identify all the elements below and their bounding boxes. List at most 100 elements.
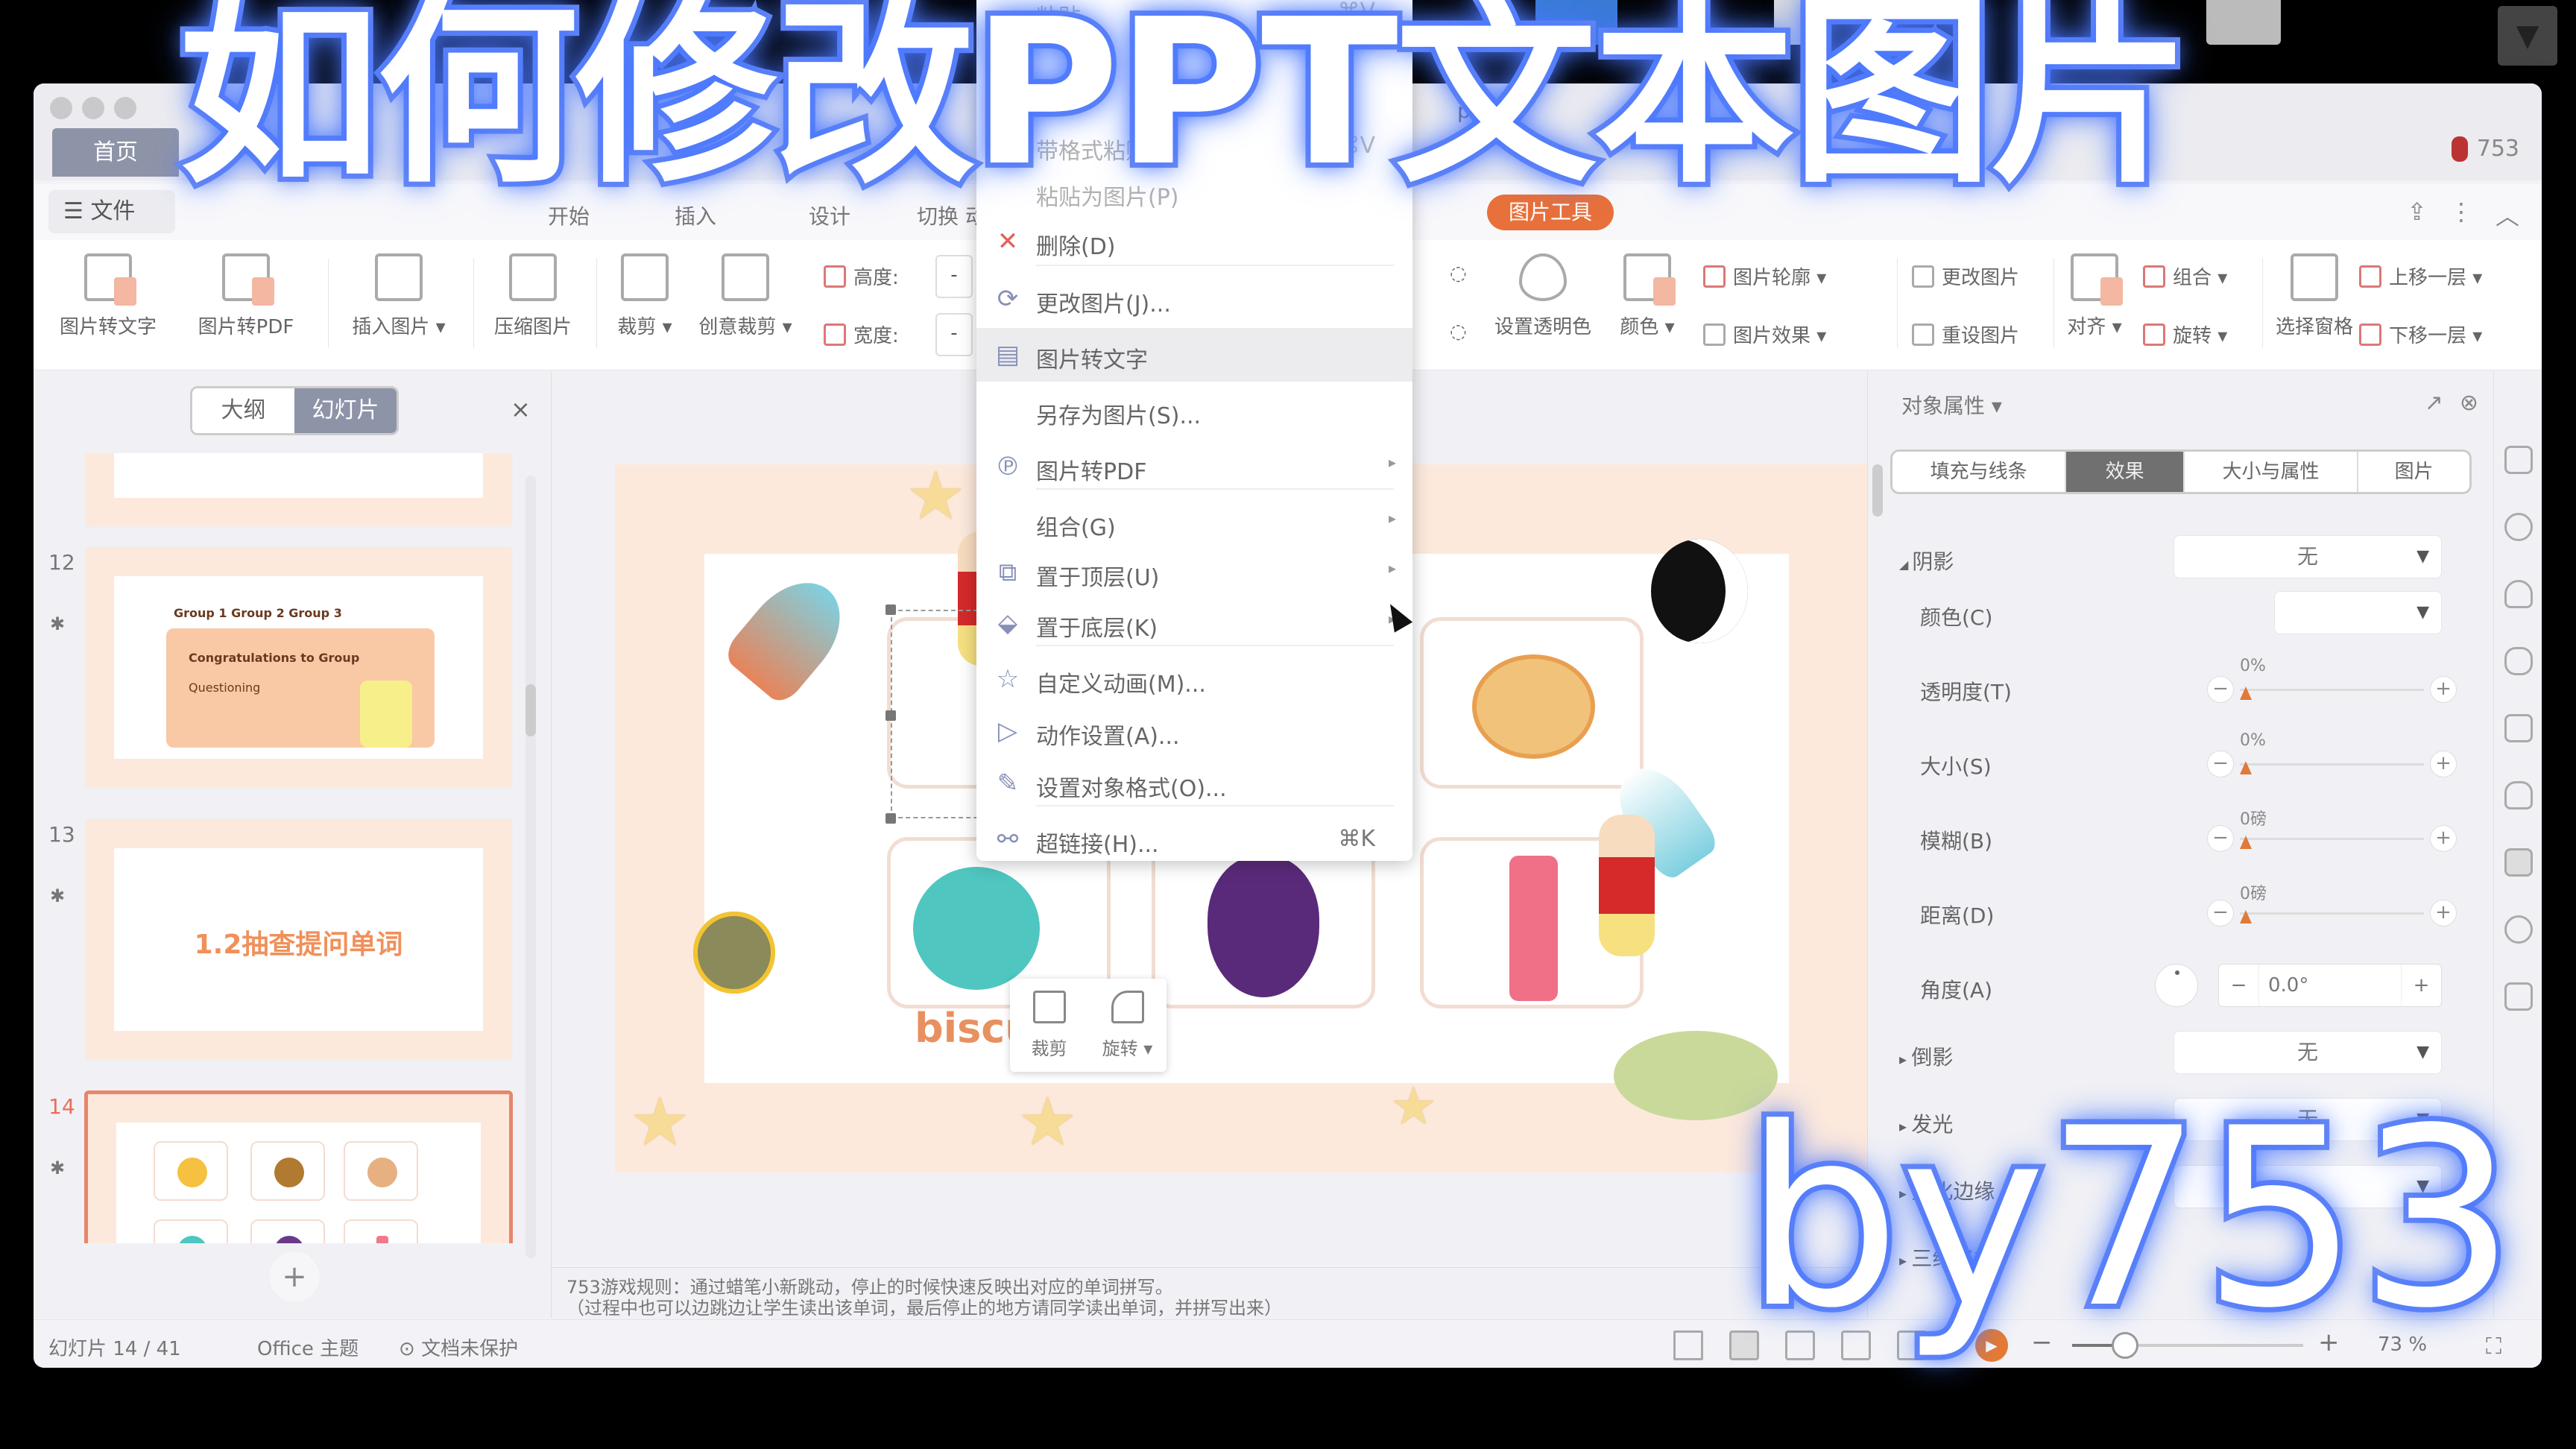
file-menu-button[interactable]: ☰ 文件 bbox=[48, 190, 175, 233]
decrease-button[interactable]: − bbox=[2207, 825, 2234, 852]
group-button[interactable]: 组合 ▾ bbox=[2143, 262, 2227, 290]
adjust-icon[interactable] bbox=[2504, 848, 2533, 877]
menu-item[interactable]: ⚯ 超链接(H)... ⌘K bbox=[976, 812, 1412, 866]
set-transparent-color-button[interactable]: 设置透明色 bbox=[1487, 253, 1599, 339]
angle-input[interactable]: 0.0° bbox=[2268, 965, 2308, 1006]
reset-size-icon[interactable]: ◌ bbox=[1450, 321, 1467, 343]
properties-scrollbar[interactable] bbox=[1872, 464, 1883, 517]
reset-picture-button[interactable]: 重设图片 bbox=[1912, 321, 2019, 348]
scrollbar-thumb[interactable] bbox=[525, 684, 536, 736]
color-button[interactable]: 颜色 ▾ bbox=[1614, 253, 1681, 339]
tab-outline[interactable]: 大纲 bbox=[192, 388, 294, 433]
menu-item[interactable]: ☆ 自定义动画(M)... bbox=[976, 652, 1412, 706]
decrease-button[interactable]: − bbox=[2207, 900, 2234, 926]
distance-slider[interactable]: −0磅 + bbox=[2207, 885, 2457, 931]
shapes-icon[interactable] bbox=[2504, 513, 2533, 541]
shadow-select[interactable]: 无 ▼ bbox=[2174, 535, 2442, 578]
add-slide-button[interactable]: + bbox=[268, 1251, 321, 1303]
image-to-text-button[interactable]: 图片转文字 bbox=[52, 253, 164, 339]
close-panel-icon[interactable]: ⊗ bbox=[2460, 390, 2478, 416]
angle-increase-button[interactable]: + bbox=[2401, 965, 2441, 1006]
align-button[interactable]: 对齐 ▾ bbox=[2061, 253, 2128, 339]
more-options-icon[interactable]: ⋮ bbox=[2449, 198, 2473, 232]
food-cell-pizza[interactable] bbox=[1420, 617, 1644, 789]
height-input[interactable]: - bbox=[935, 255, 973, 298]
resize-handle[interactable] bbox=[886, 710, 896, 721]
lock-aspect-icon[interactable]: ◌ bbox=[1450, 262, 1467, 285]
theme-name[interactable]: Office 主题 bbox=[257, 1333, 359, 1361]
increase-button[interactable]: + bbox=[2430, 825, 2457, 852]
menu-item[interactable]: ⟳ 更改图片(J)... bbox=[976, 272, 1412, 326]
slider-knob[interactable] bbox=[2240, 836, 2252, 849]
slider-knob[interactable] bbox=[2240, 761, 2252, 774]
layout-icon[interactable] bbox=[2504, 982, 2533, 1011]
slider-track[interactable] bbox=[2240, 912, 2424, 915]
menu-item[interactable]: 组合(G) ▸ bbox=[976, 496, 1412, 549]
effects-icon[interactable] bbox=[2504, 647, 2533, 675]
menu-item[interactable]: ℗ 图片转PDF ▸ bbox=[976, 440, 1412, 493]
menu-item[interactable]: 另存为图片(S)... bbox=[976, 384, 1412, 438]
picture-outline-button[interactable]: 图片轮廓 ▾ bbox=[1703, 262, 1826, 290]
increase-button[interactable]: + bbox=[2430, 676, 2457, 703]
close-panel-icon[interactable]: × bbox=[511, 395, 531, 423]
slide-thumbnail-active[interactable]: biscuits bbox=[84, 1090, 513, 1243]
crop-quick-button[interactable]: 裁剪 bbox=[1010, 979, 1088, 1072]
slider-knob[interactable] bbox=[2240, 686, 2252, 700]
creative-crop-button[interactable]: 创意裁剪 ▾ bbox=[689, 253, 801, 339]
crop-button[interactable]: 裁剪 ▾ bbox=[607, 253, 682, 339]
bring-forward-button[interactable]: 上移一层 ▾ bbox=[2359, 262, 2482, 290]
decrease-button[interactable]: − bbox=[2207, 676, 2234, 703]
home-tab[interactable]: 首页 bbox=[52, 128, 179, 177]
object-properties-icon[interactable] bbox=[2504, 446, 2533, 474]
transparency-slider[interactable]: −0% + bbox=[2207, 657, 2457, 707]
change-picture-button[interactable]: 更改图片 bbox=[1912, 262, 2019, 290]
dropdown-arrow-icon[interactable]: ▼ bbox=[2498, 6, 2557, 66]
increase-button[interactable]: + bbox=[2430, 751, 2457, 777]
tab-slides[interactable]: 幻灯片 bbox=[294, 388, 397, 433]
menu-item[interactable]: ⧉ 置于顶层(U) ▸ bbox=[976, 546, 1412, 599]
rotate-quick-button[interactable]: 旋转 ▾ bbox=[1088, 979, 1167, 1072]
window-minimize-button[interactable] bbox=[82, 97, 104, 119]
window-zoom-button[interactable] bbox=[114, 97, 136, 119]
slides-scrollbar[interactable] bbox=[525, 476, 536, 1258]
tab-fill-and-line[interactable]: 填充与线条 bbox=[1892, 452, 2067, 492]
selection-pane-button[interactable]: 选择窗格 bbox=[2270, 253, 2359, 339]
rotate-button[interactable]: 旋转 ▾ bbox=[2143, 321, 2227, 348]
size-slider[interactable]: −0% + bbox=[2207, 731, 2457, 782]
slider-knob[interactable] bbox=[2240, 910, 2252, 924]
slider-track[interactable] bbox=[2240, 763, 2424, 765]
menu-item[interactable]: ▷ 动作设置(A)... bbox=[976, 704, 1412, 758]
reflection-label[interactable]: 倒影 bbox=[1911, 1041, 1953, 1071]
menu-item[interactable]: ⬙ 置于底层(K) ▸ bbox=[976, 596, 1412, 650]
user-badge[interactable]: 753 bbox=[2451, 136, 2519, 162]
slide-thumbnail[interactable] bbox=[84, 453, 513, 528]
tab-size-and-properties[interactable]: 大小与属性 bbox=[2185, 452, 2359, 492]
resize-handle[interactable] bbox=[886, 604, 896, 615]
insert-image-button[interactable]: 插入图片 ▾ bbox=[339, 253, 458, 339]
slide-thumbnail[interactable]: Group 1 Group 2 Group 3 Congratulations … bbox=[84, 546, 513, 789]
angle-dial[interactable] bbox=[2155, 964, 2198, 1007]
pin-icon[interactable]: ↗ bbox=[2425, 390, 2443, 416]
angle-decrease-button[interactable]: − bbox=[2219, 965, 2259, 1006]
notes-view-button[interactable] bbox=[1673, 1330, 1703, 1360]
slide-thumbnail[interactable]: 1.2抽查提问单词 bbox=[84, 818, 513, 1061]
blur-slider[interactable]: −0磅 + bbox=[2207, 810, 2457, 856]
tab-picture[interactable]: 图片 bbox=[2358, 452, 2469, 492]
increase-button[interactable]: + bbox=[2430, 900, 2457, 926]
menu-item[interactable]: ✎ 设置对象格式(O)... bbox=[976, 757, 1412, 810]
shadow-color-select[interactable]: ▼ bbox=[2274, 591, 2442, 634]
send-backward-button[interactable]: 下移一层 ▾ bbox=[2359, 321, 2482, 348]
share-icon[interactable]: ⇪ bbox=[2407, 198, 2427, 232]
animation-icon[interactable] bbox=[2504, 781, 2533, 809]
shadow-label[interactable]: 阴影 bbox=[1912, 546, 1954, 575]
menu-item[interactable]: ✕ 删除(D) bbox=[976, 215, 1412, 268]
tab-effects[interactable]: 效果 bbox=[2066, 452, 2185, 492]
menu-item[interactable]: ▤ 图片转文字 bbox=[976, 328, 1412, 382]
fill-icon[interactable] bbox=[2504, 580, 2533, 608]
collapse-ribbon-icon[interactable]: ︿ bbox=[2496, 198, 2519, 232]
reflection-select[interactable]: 无 ▼ bbox=[2174, 1031, 2442, 1074]
window-close-button[interactable] bbox=[50, 97, 72, 119]
compress-image-button[interactable]: 压缩图片 bbox=[484, 253, 581, 339]
picture-effects-button[interactable]: 图片效果 ▾ bbox=[1703, 321, 1826, 348]
panel-title-dropdown[interactable]: 对象属性 ▾ bbox=[1901, 390, 2002, 420]
